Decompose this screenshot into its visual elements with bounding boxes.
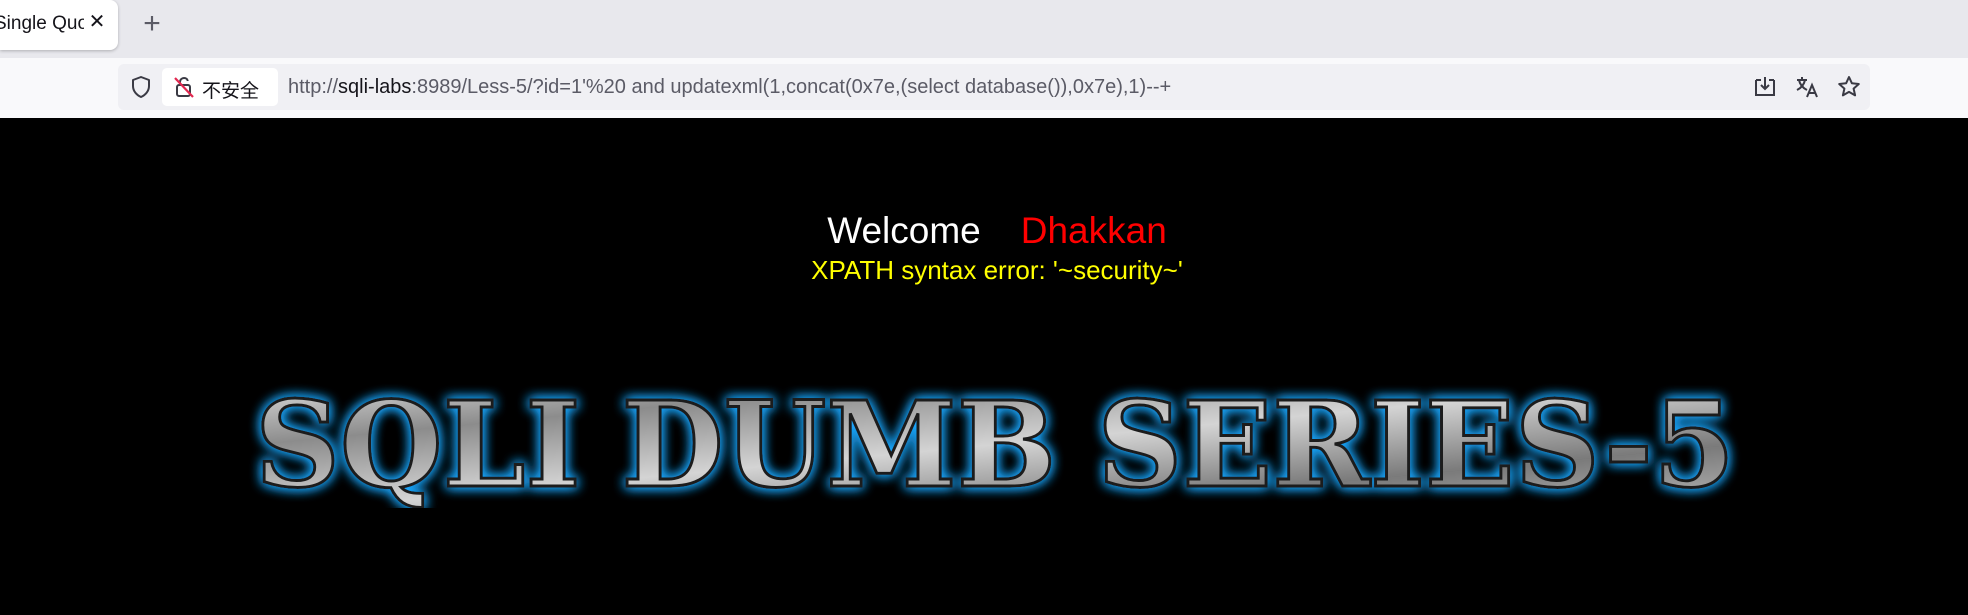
welcome-line: Welcome Dhakkan	[0, 210, 1968, 252]
insecure-lock-icon	[174, 76, 194, 98]
page-content: Welcome Dhakkan XPATH syntax error: '~sec…	[0, 118, 1968, 615]
translate-icon[interactable]	[1794, 74, 1820, 100]
url-path: :8989/Less-5/?id=1'%20 and updatexml(1,c…	[411, 76, 1172, 98]
user-name: Dhakkan	[1020, 210, 1167, 251]
navigation-bar: 不安全 http://sqli-labs:8989/Less-5/?id=1'%…	[0, 58, 1968, 118]
tab-title: Single Quo	[0, 13, 84, 34]
tracking-protection-shield-icon[interactable]	[128, 74, 154, 100]
sqli-dumb-series-banner: SQLI DUMB SERIES-5	[254, 378, 1737, 508]
save-page-icon[interactable]	[1752, 74, 1778, 100]
address-bar[interactable]: 不安全 http://sqli-labs:8989/Less-5/?id=1'%…	[118, 64, 1870, 110]
url-text[interactable]: http://sqli-labs:8989/Less-5/?id=1'%20 a…	[288, 76, 1171, 99]
tab-strip: Single Quo ✕ +	[0, 0, 1968, 58]
connection-not-secure-button[interactable]: 不安全	[162, 68, 278, 106]
xpath-error-message: XPATH syntax error: '~security~'	[811, 255, 1183, 285]
url-scheme: http://	[288, 76, 339, 98]
welcome-text: Welcome	[827, 210, 981, 251]
banner-text: SQLI DUMB SERIES-5	[255, 378, 1735, 508]
not-secure-label: 不安全	[202, 81, 260, 102]
new-tab-button[interactable]: +	[138, 9, 166, 39]
tab-close-icon[interactable]: ✕	[86, 11, 108, 33]
bookmark-star-icon[interactable]	[1836, 74, 1862, 100]
url-host: sqli-labs	[338, 76, 412, 98]
browser-tab[interactable]: Single Quo ✕	[0, 0, 118, 50]
browser-chrome: Single Quo ✕ + 不安全 http://sqli-labs:8989…	[0, 0, 1968, 118]
